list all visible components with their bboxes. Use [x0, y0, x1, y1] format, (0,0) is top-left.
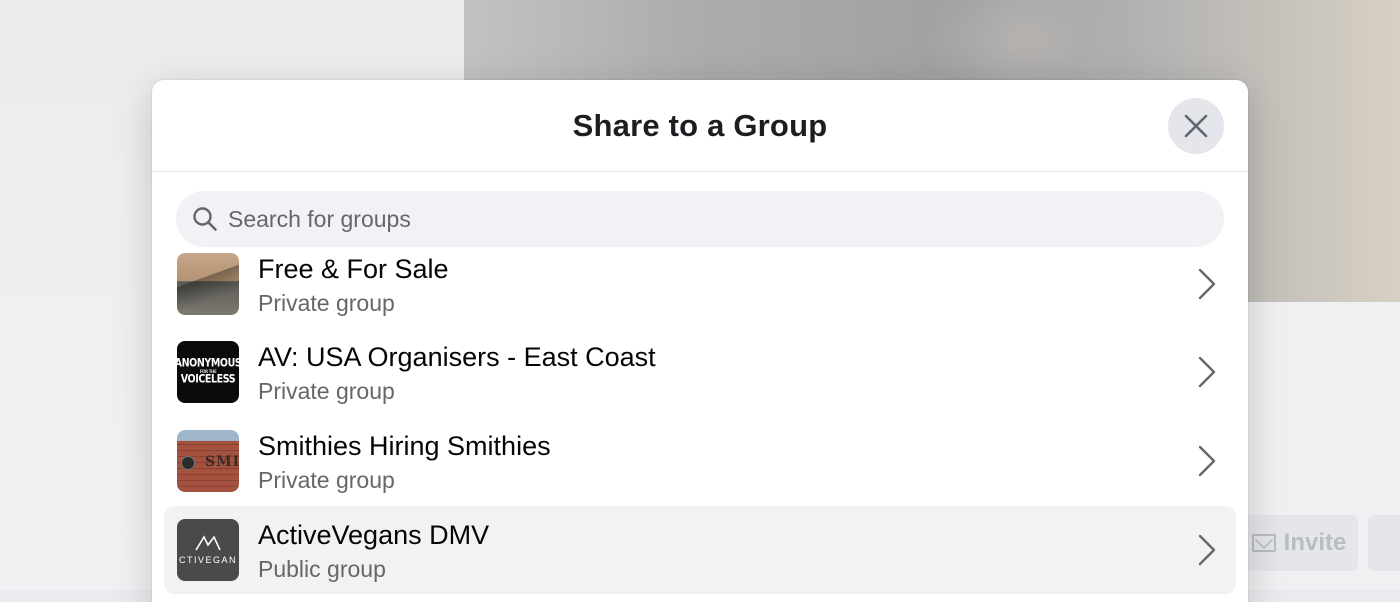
- group-privacy: Public group: [258, 556, 386, 582]
- group-name: ActiveVegans DMV: [258, 520, 490, 550]
- dialog-header: Share to a Group: [152, 80, 1248, 172]
- chevron-right-icon: [1198, 445, 1216, 477]
- thumb-text-bottom: VOICELESS: [180, 372, 236, 387]
- thumb-text: CTIVEGAN: [178, 555, 237, 565]
- group-name: Smithies Hiring Smithies: [258, 431, 551, 461]
- chevron-right-icon: [1198, 534, 1216, 566]
- group-thumbnail: SMI: [177, 430, 239, 492]
- dialog-title: Share to a Group: [572, 107, 828, 143]
- group-thumbnail: ANONYMOUS FOR THE VOICELESS: [177, 341, 239, 403]
- close-button[interactable]: [1168, 98, 1224, 154]
- search-input[interactable]: [228, 205, 1224, 233]
- invite-label: Invite: [1283, 529, 1347, 556]
- thumb-badge: [181, 456, 195, 470]
- chevron-right-icon: [1198, 268, 1216, 300]
- chevron-right-icon: [1198, 356, 1216, 388]
- group-row-free-and-for-sale[interactable]: Free & For Sale Private group: [164, 248, 1236, 328]
- group-privacy: Private group: [258, 378, 395, 404]
- edit-button[interactable]: [1368, 515, 1400, 571]
- envelope-icon: [1251, 534, 1276, 552]
- group-row-activevegans-dmv[interactable]: CTIVEGAN ActiveVegans DMV Public group: [164, 506, 1236, 594]
- search-bar[interactable]: [176, 191, 1224, 247]
- invite-button[interactable]: Invite: [1240, 515, 1358, 571]
- group-thumbnail: [177, 253, 239, 315]
- thumb-text: SMI: [205, 454, 239, 470]
- group-row-av-usa-organisers[interactable]: ANONYMOUS FOR THE VOICELESS AV: USA Orga…: [164, 328, 1236, 416]
- search-icon: [192, 206, 218, 232]
- share-to-group-dialog: Share to a Group Free & For Sale Private…: [152, 80, 1248, 602]
- group-privacy: Private group: [258, 467, 395, 493]
- group-privacy: Private group: [258, 290, 395, 316]
- close-icon: [1184, 114, 1208, 138]
- group-name: Free & For Sale: [258, 254, 449, 284]
- group-row-smithies-hiring-smithies[interactable]: SMI Smithies Hiring Smithies Private gro…: [164, 417, 1236, 505]
- group-name: AV: USA Organisers - East Coast: [258, 342, 656, 372]
- group-thumbnail: CTIVEGAN: [177, 519, 239, 581]
- activevegans-logo-icon: [195, 535, 221, 551]
- group-list: Free & For Sale Private group ANONYMOUS …: [164, 248, 1236, 602]
